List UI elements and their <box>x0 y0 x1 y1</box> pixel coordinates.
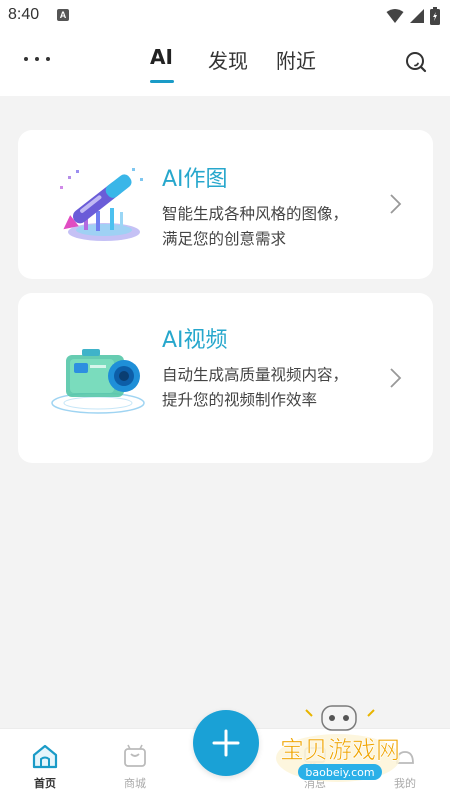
nav-home-label: 首页 <box>34 777 56 790</box>
battery-icon <box>430 7 440 25</box>
wifi-icon <box>386 9 404 23</box>
status-time: 8:40 <box>8 6 40 23</box>
search-icon[interactable] <box>404 50 428 74</box>
watermark-title: 宝贝游戏网 <box>280 736 400 764</box>
ai-image-card[interactable]: AI作图 智能生成各种风格的图像，满足您的创意需求 <box>18 130 433 279</box>
nav-shop-label: 商城 <box>124 777 146 790</box>
ai-video-title: AI视频 <box>162 328 228 353</box>
notification-icon: A <box>57 9 69 21</box>
chevron-right-icon <box>390 194 402 214</box>
more-menu-icon[interactable] <box>24 54 50 64</box>
tab-nearby[interactable]: 附近 <box>276 45 316 74</box>
camera-illustration-icon <box>51 349 145 414</box>
chevron-right-icon <box>390 368 402 388</box>
watermark-logo: 宝贝游戏网 baobeiy.com <box>276 705 400 782</box>
ai-video-description: 自动生成高质量视频内容，提升您的视频制作效率 <box>162 366 349 409</box>
status-icons <box>386 7 440 25</box>
ai-video-card[interactable]: AI视频 自动生成高质量视频内容，提升您的视频制作效率 <box>18 293 433 463</box>
paintbrush-illustration-icon <box>60 168 143 241</box>
add-button[interactable] <box>193 710 259 776</box>
nav-home[interactable]: 首页 <box>15 743 75 791</box>
tab-indicator <box>150 80 174 83</box>
nav-shop[interactable]: 商城 <box>105 743 165 791</box>
plus-icon <box>212 729 240 757</box>
top-nav: AI 发现 附近 <box>0 32 450 96</box>
home-icon <box>32 744 58 769</box>
ai-image-title: AI作图 <box>162 167 228 192</box>
watermark-url: baobeiy.com <box>305 766 374 779</box>
shopping-bag-icon <box>124 744 146 767</box>
signal-icon <box>410 9 424 23</box>
ai-image-description: 智能生成各种风格的图像，满足您的创意需求 <box>162 205 349 248</box>
status-bar: 8:40 A <box>0 0 450 32</box>
tab-discover[interactable]: 发现 <box>208 45 248 74</box>
tab-ai[interactable]: AI <box>150 45 173 69</box>
